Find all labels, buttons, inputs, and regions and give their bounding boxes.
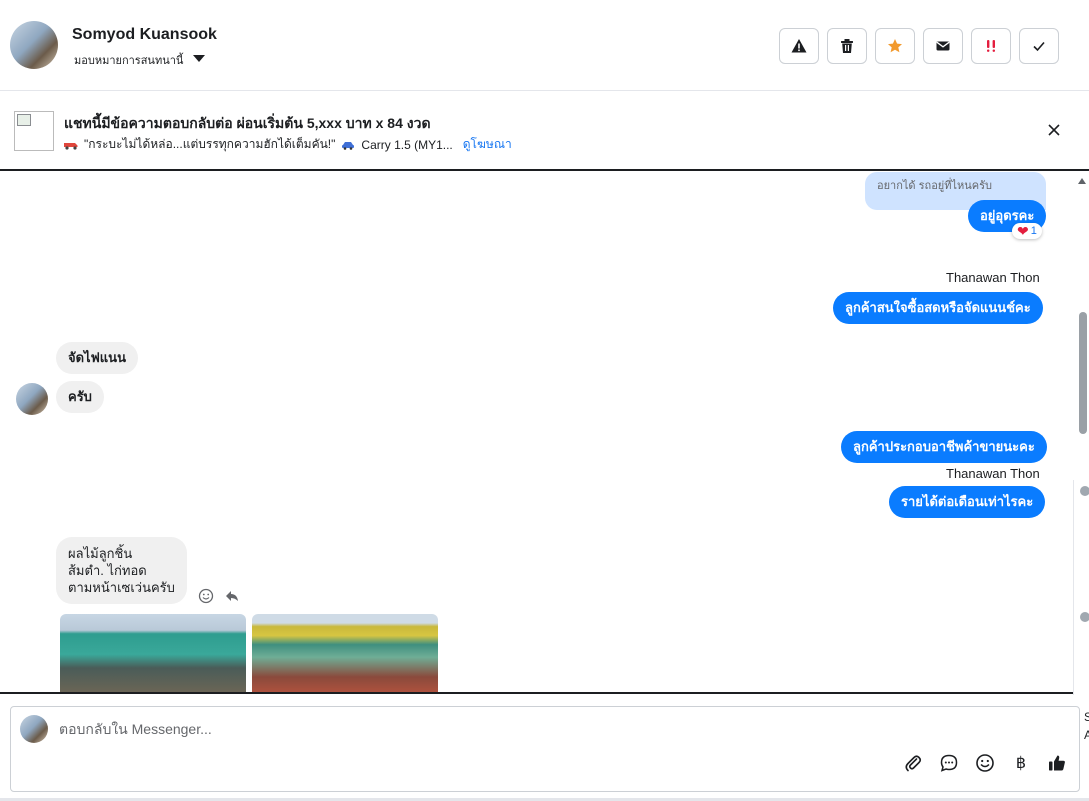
star-button[interactable] (875, 28, 915, 64)
emoji-button[interactable] (975, 753, 995, 773)
avatar-fragment (1080, 486, 1089, 496)
sender-name: Thanawan Thon (946, 270, 1040, 285)
chevron-down-icon (193, 54, 206, 62)
payment-request-button[interactable]: ฿ (1011, 753, 1031, 773)
heart-icon: ❤ (1017, 223, 1029, 239)
chat-bubble-icon (940, 754, 958, 772)
contact-avatar-small (16, 383, 48, 415)
page-avatar (20, 715, 48, 743)
incoming-message-multiline[interactable]: ผลไม้ลูกชิ้น ส้มตำ. ไก่ทอด ตามหน้าเซเว่น… (56, 537, 187, 604)
delete-button[interactable] (827, 28, 867, 64)
follow-up-button[interactable] (971, 28, 1011, 64)
warning-icon (791, 39, 807, 53)
smiley-icon (976, 754, 994, 772)
ad-thumbnail (14, 111, 54, 151)
conversation-header: Somyod Kuansook มอบหมายการสนทนานี้ (0, 0, 1089, 91)
contact-avatar[interactable] (10, 21, 58, 69)
avatar-fragment (1080, 612, 1089, 622)
header-actions (779, 28, 1059, 64)
message-composer: ฿ (10, 706, 1080, 792)
ad-summary: "กระบะไม่ได้หล่อ...แต่บรรทุกความฮักได้เต… (64, 135, 512, 154)
attach-file-button[interactable] (903, 753, 923, 773)
saved-replies-button[interactable] (939, 753, 959, 773)
scrollbar-thumb[interactable] (1079, 312, 1087, 434)
reaction-count: 1 (1030, 225, 1037, 237)
reply-input[interactable] (59, 721, 659, 737)
baht-icon: ฿ (1015, 755, 1027, 772)
close-icon (1048, 124, 1060, 136)
message-thread[interactable]: อยากได้ รถอยู่ที่ไหนครับ อยู่อุดรคะ ❤ 1 … (0, 172, 1073, 692)
thumbs-up-icon (1049, 755, 1065, 771)
star-icon (888, 39, 902, 53)
composer-divider (0, 692, 1073, 694)
car-icon (342, 141, 355, 150)
incoming-message[interactable]: จัดไฟแนน (56, 342, 138, 374)
outgoing-message[interactable]: รายได้ต่อเดือนเท่าไรคะ (889, 486, 1046, 518)
side-panel-edge (1073, 480, 1089, 695)
message-line: ตามหน้าเซเว่นครับ (68, 580, 175, 595)
ad-snippet: "กระบะไม่ได้หล่อ...แต่บรรทุกความฮักได้เต… (84, 137, 336, 151)
composer-tools: ฿ (903, 753, 1067, 773)
message-tools (198, 588, 240, 604)
envelope-icon (936, 41, 950, 51)
trash-icon (841, 39, 853, 53)
ad-model: Carry 1.5 (MY1... (361, 137, 453, 152)
mark-done-button[interactable] (1019, 28, 1059, 64)
close-ad-banner-button[interactable] (1046, 122, 1062, 138)
shared-photo[interactable] (252, 614, 438, 692)
message-line: ผลไม้ลูกชิ้น (68, 546, 133, 561)
paperclip-icon (905, 755, 922, 772)
report-spam-button[interactable] (779, 28, 819, 64)
scroll-up-arrow[interactable] (1078, 178, 1086, 184)
checkmark-icon (1033, 41, 1045, 52)
ad-context-banner: แชทนี้มีข้อความตอบกลับต่อ ผ่อนเริ่มต้น 5… (0, 91, 1089, 171)
message-line: ส้มตำ. ไก่ทอด (68, 563, 147, 578)
edge-text: S (1084, 710, 1089, 724)
emoji-react-icon[interactable] (198, 588, 214, 604)
incoming-message[interactable]: ครับ (56, 381, 104, 413)
reply-icon[interactable] (224, 588, 240, 604)
sender-name: Thanawan Thon (946, 466, 1040, 481)
like-button[interactable] (1047, 753, 1067, 773)
edge-text: A (1084, 728, 1089, 742)
ad-title: แชทนี้มีข้อความตอบกลับต่อ ผ่อนเริ่มต้น 5… (64, 115, 431, 131)
assign-label: มอบหมายการสนทนานี้ (74, 55, 184, 67)
outgoing-message[interactable]: ลูกค้าประกอบอาชีพค้าขายนะคะ (841, 431, 1047, 463)
mark-unread-button[interactable] (923, 28, 963, 64)
pickup-truck-icon (64, 142, 78, 150)
outgoing-message[interactable]: ลูกค้าสนใจซื้อสดหรือจัดแนนช์คะ (833, 292, 1043, 324)
assign-conversation-dropdown[interactable]: มอบหมายการสนทนานี้ (74, 51, 206, 69)
message-reaction[interactable]: ❤ 1 (1012, 223, 1042, 239)
contact-name[interactable]: Somyod Kuansook (72, 26, 217, 44)
shared-photo[interactable] (60, 614, 246, 692)
double-exclamation-icon (987, 40, 995, 52)
view-ad-link[interactable]: ดูโฆษณา (463, 135, 512, 154)
